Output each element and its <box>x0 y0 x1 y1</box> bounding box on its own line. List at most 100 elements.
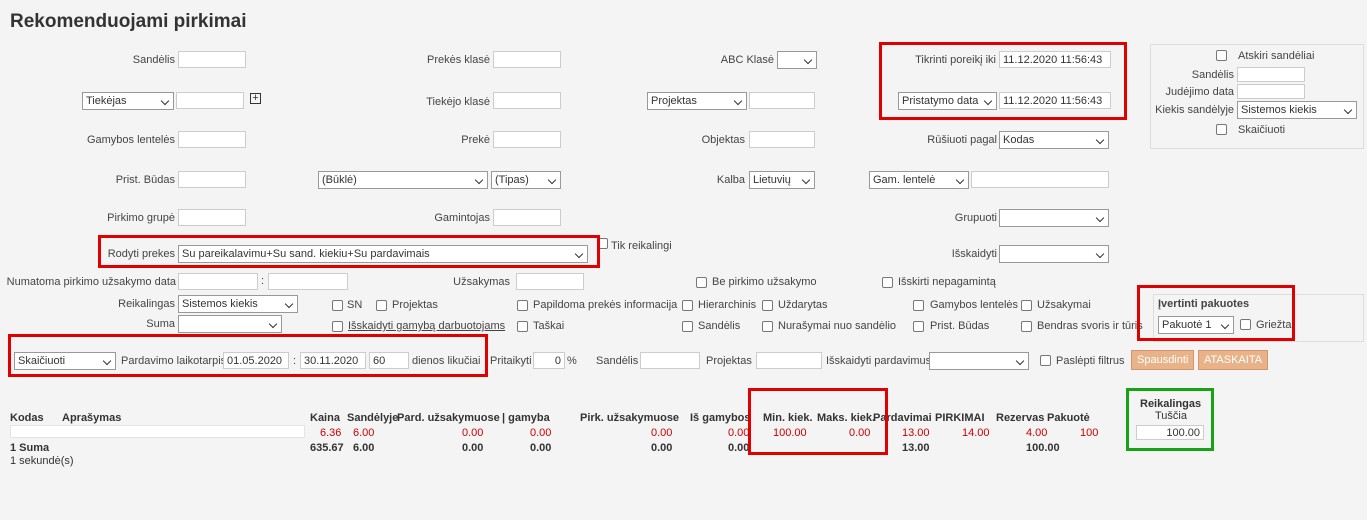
supplier-class-label: Tiekėjo klasė <box>426 96 490 108</box>
project-select[interactable]: Projektas <box>647 92 747 110</box>
split-label: Išskaidyti <box>951 248 997 260</box>
manufacturer-input[interactable] <box>493 209 561 226</box>
percent-unit: % <box>567 355 577 367</box>
production-tables-checkbox-label: Gamybos lentelės <box>930 299 1019 311</box>
add-icon[interactable]: + <box>250 93 261 104</box>
object-label: Objektas <box>701 134 745 146</box>
project-input[interactable] <box>749 92 815 109</box>
stock-qty-select[interactable]: Sistemos kiekis <box>1237 101 1357 119</box>
col-description[interactable]: Aprašymas <box>62 412 121 424</box>
row-sales: 13.00 <box>902 427 930 439</box>
separate-warehouses-checkbox[interactable] <box>1216 50 1227 61</box>
percent-input[interactable]: 0 <box>533 352 565 369</box>
sort-by-label: Rūšiuoti pagal <box>927 134 997 146</box>
abc-class-label: ABC Klasė <box>720 54 774 66</box>
weight-volume-label: Bendras svoris ir tūris <box>1037 320 1143 332</box>
split-sales-label: Išskaidyti pardavimus <box>826 355 932 367</box>
supplier-class-input[interactable] <box>493 92 561 109</box>
sn-checkbox[interactable] <box>332 300 343 311</box>
delivery-method-checkbox[interactable] <box>913 321 924 332</box>
order-input[interactable] <box>516 273 584 290</box>
abc-class-select[interactable] <box>777 51 817 69</box>
side-warehouse-input[interactable] <box>1237 67 1305 82</box>
sum-reserve: 100.00 <box>1026 442 1060 454</box>
purchase-group-label: Pirkimo grupė <box>107 212 175 224</box>
needed-select[interactable]: Sistemos kiekis <box>178 295 298 313</box>
supplier-input[interactable] <box>176 92 244 109</box>
item-input[interactable] <box>493 131 561 148</box>
needed-label: Reikalingas <box>118 298 175 310</box>
sum-purchase-orders: 0.00 <box>651 442 673 454</box>
only-needed-label: Tik reikalingi <box>611 240 672 252</box>
col-purchase-orders[interactable]: Pirk. užsakymuose <box>580 412 679 424</box>
group-by-select[interactable] <box>999 209 1109 227</box>
separate-unproduced-checkbox[interactable] <box>882 277 893 288</box>
sales-warehouse-input[interactable] <box>640 352 700 369</box>
split-sales-select[interactable] <box>929 352 1029 370</box>
hierarchical-checkbox[interactable] <box>682 300 693 311</box>
project-checkbox-label: Projektas <box>392 299 438 311</box>
expected-order-date-from[interactable] <box>178 273 258 290</box>
split-production-label: Išskaidyti gamybą darbuotojams <box>348 320 506 332</box>
no-purchase-order-label: Be pirkimo užsakymo <box>712 276 817 288</box>
row-reserve: 4.00 <box>1026 427 1048 439</box>
production-tables-checkbox[interactable] <box>913 300 924 311</box>
item-class-input[interactable] <box>493 51 561 68</box>
warehouse-input[interactable] <box>178 51 246 68</box>
col-price[interactable]: Kaina <box>310 412 340 424</box>
production-tables-input[interactable] <box>178 131 246 148</box>
row-packaging: 100 <box>1080 427 1099 439</box>
hide-filters-label: Paslėpti filtrus <box>1056 355 1125 367</box>
points-label: Taškai <box>533 320 565 332</box>
report-button[interactable]: ATASKAITA <box>1198 350 1269 370</box>
hide-filters-checkbox[interactable] <box>1040 355 1051 366</box>
row-purchase-orders: 0.00 <box>651 427 673 439</box>
print-button[interactable]: Spausdinti <box>1131 350 1195 370</box>
language-select[interactable]: Lietuvių <box>749 171 815 189</box>
col-sales-orders[interactable]: Pard. užsakymuose <box>397 412 500 424</box>
expected-order-date-to[interactable] <box>268 273 348 290</box>
col-purchases[interactable]: PIRKIMAI <box>935 412 985 424</box>
delivery-method-input[interactable] <box>178 171 246 188</box>
sales-project-input[interactable] <box>756 352 822 369</box>
sum-select[interactable] <box>178 315 282 333</box>
col-reserve[interactable]: Rezervas <box>996 412 1044 424</box>
sum-in-stock: 6.00 <box>353 442 375 454</box>
col-code[interactable]: Kodas <box>10 412 44 424</box>
movement-date-label: Judėjimo data <box>1165 86 1235 98</box>
row-from-production: 0.00 <box>728 427 750 439</box>
col-in-stock[interactable]: Sandėlyje <box>347 412 398 424</box>
row-in-stock: 6.00 <box>353 427 375 439</box>
warehouse-label: Sandėlis <box>132 54 175 66</box>
condition-select[interactable]: (Būklė) <box>318 171 488 189</box>
elapsed-time: 1 sekundė(s) <box>10 455 74 467</box>
col-production[interactable]: | gamyba <box>502 412 550 424</box>
highlight-box-min-max <box>748 388 888 455</box>
supplier-type-select[interactable]: Tiekėjas <box>82 92 174 110</box>
split-production-checkbox[interactable] <box>332 321 343 332</box>
calculate-checkbox[interactable] <box>1216 124 1227 135</box>
row-production: 0.00 <box>530 427 552 439</box>
sort-by-select[interactable]: Kodas <box>999 131 1109 149</box>
highlight-box-show-items <box>98 235 600 268</box>
col-packaging[interactable]: Pakuotė <box>1047 412 1090 424</box>
project-checkbox[interactable] <box>376 300 387 311</box>
write-offs-checkbox[interactable] <box>762 321 773 332</box>
weight-volume-checkbox[interactable] <box>1021 321 1032 332</box>
closed-checkbox[interactable] <box>762 300 773 311</box>
movement-date-input[interactable] <box>1237 84 1305 99</box>
warehouse-checkbox[interactable] <box>682 321 693 332</box>
extra-info-checkbox[interactable] <box>517 300 528 311</box>
purchase-group-input[interactable] <box>178 209 246 226</box>
type-select[interactable]: (Tipas) <box>491 171 561 189</box>
col-from-production[interactable]: Iš gamybos <box>690 412 748 424</box>
points-checkbox[interactable] <box>517 321 528 332</box>
object-input[interactable] <box>749 131 815 148</box>
production-table-input[interactable] <box>971 171 1109 188</box>
sn-label: SN <box>347 299 363 311</box>
no-purchase-order-checkbox[interactable] <box>696 277 707 288</box>
sum-price: 635.67 <box>310 442 344 454</box>
orders-checkbox[interactable] <box>1021 300 1032 311</box>
production-table-select[interactable]: Gam. lentelė <box>869 171 969 189</box>
split-select[interactable] <box>999 245 1109 263</box>
